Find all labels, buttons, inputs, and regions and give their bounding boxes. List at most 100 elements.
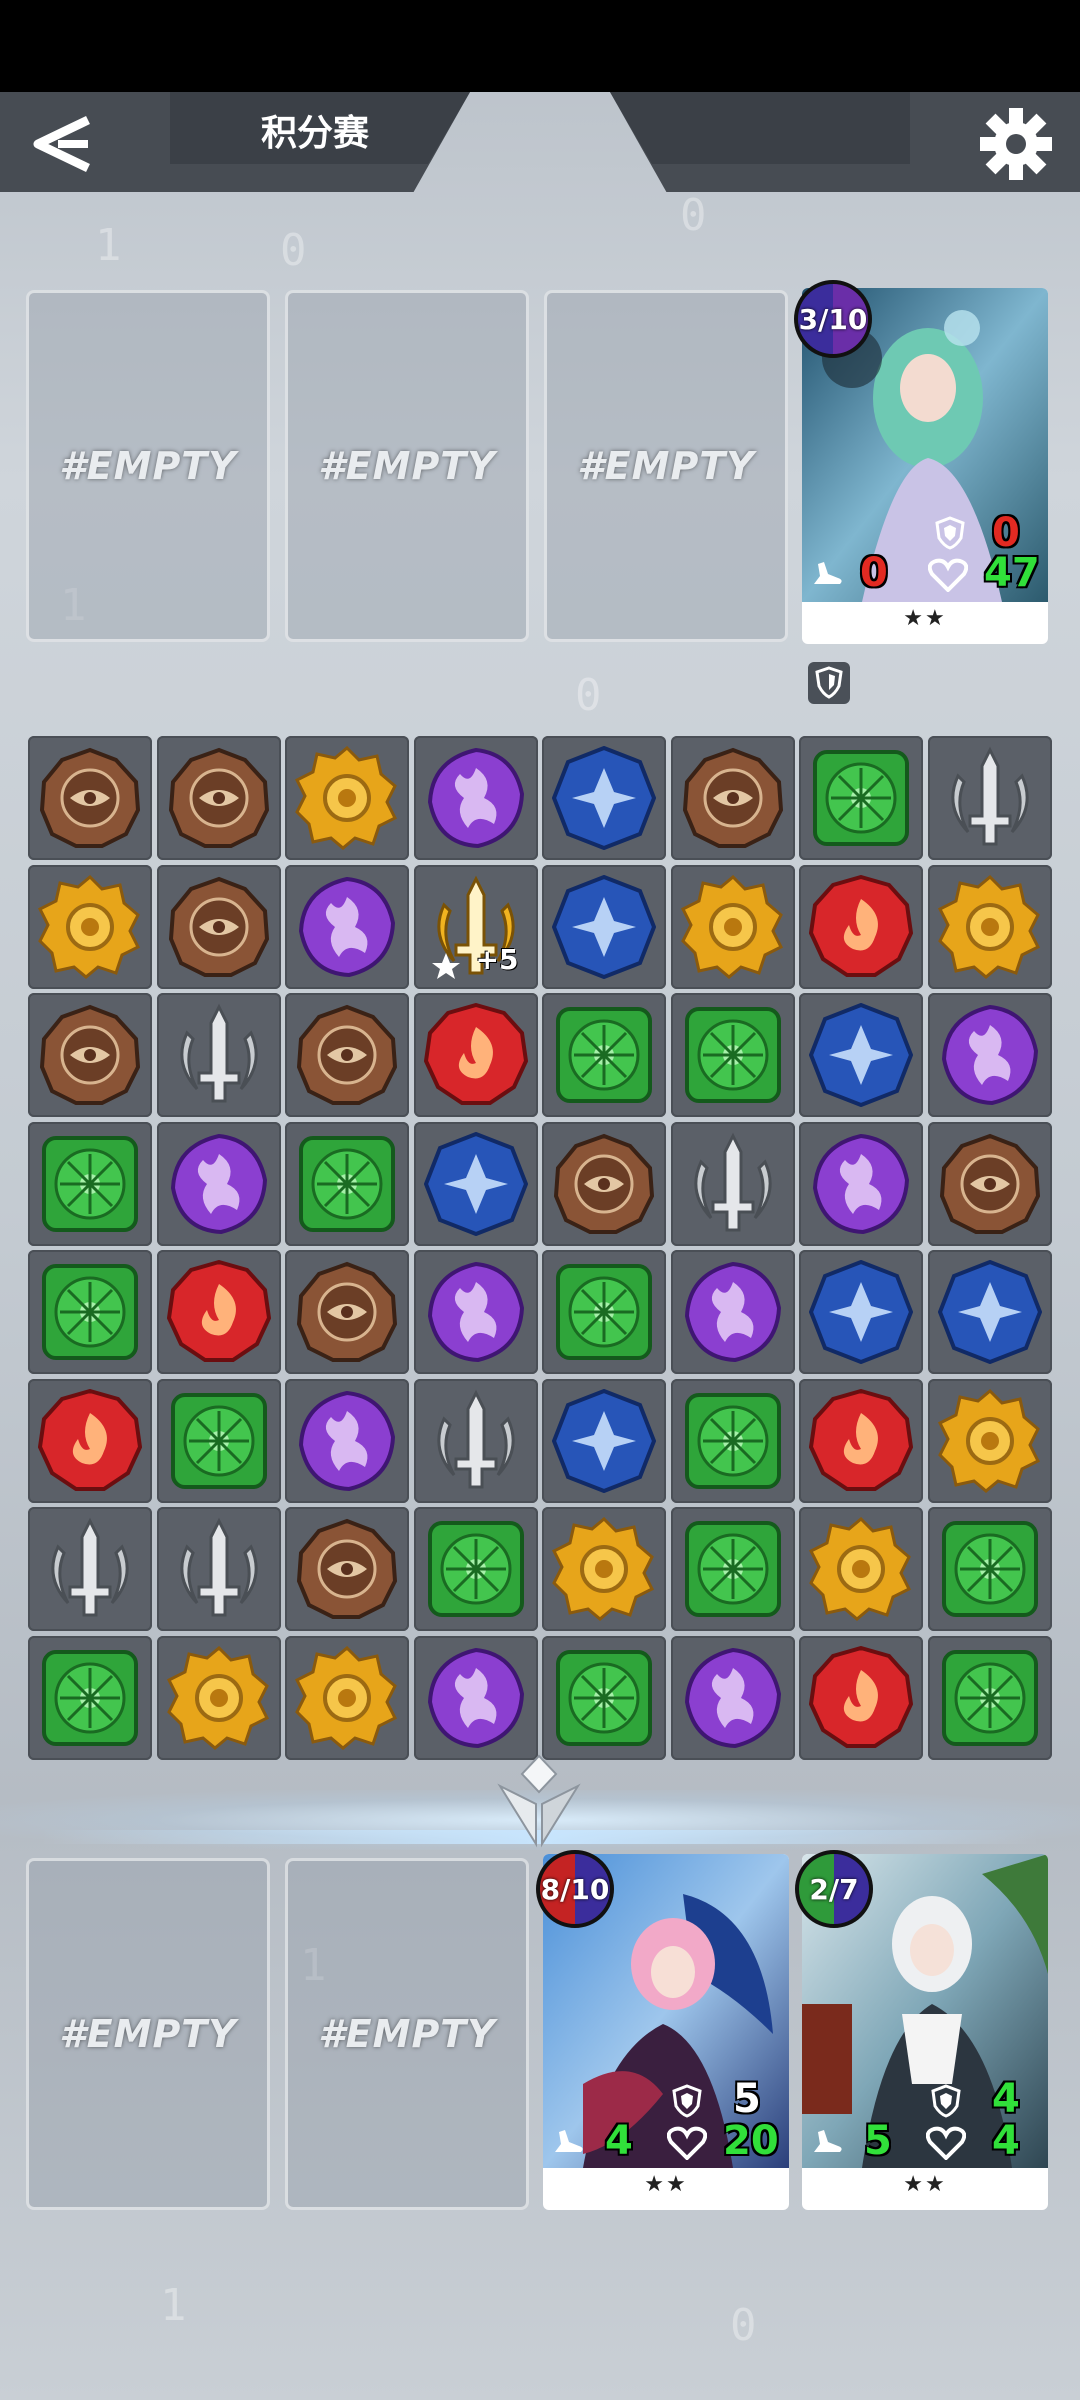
enemy-hp-value: 47 xyxy=(984,550,1040,596)
board-cell[interactable] xyxy=(799,1121,923,1246)
board-cell[interactable] xyxy=(927,736,1052,860)
board-cell[interactable] xyxy=(285,1250,409,1374)
board-cell[interactable] xyxy=(28,1507,152,1631)
board-cell[interactable] xyxy=(156,736,281,860)
green-gem-icon xyxy=(170,1392,267,1489)
silver-gem-icon xyxy=(179,1003,258,1103)
board-cell[interactable] xyxy=(670,1378,795,1503)
board-cell[interactable] xyxy=(927,1378,1052,1503)
green-gem-icon xyxy=(556,1264,652,1360)
board-cell[interactable] xyxy=(799,993,923,1117)
yellow-gem-icon xyxy=(937,1388,1040,1493)
board-cell[interactable] xyxy=(413,993,538,1117)
board-cell[interactable] xyxy=(799,736,923,860)
enemy-slot-2[interactable]: #EMPTY xyxy=(285,290,529,642)
board-cell[interactable] xyxy=(799,864,923,989)
board-cell[interactable] xyxy=(799,1507,923,1631)
settings-button[interactable] xyxy=(978,106,1054,182)
board-cell[interactable] xyxy=(156,864,281,989)
boot-icon xyxy=(814,2130,842,2152)
green-gem-icon xyxy=(556,1649,652,1746)
board-cell[interactable] xyxy=(670,1121,795,1246)
enemy-slot-3[interactable]: #EMPTY xyxy=(544,290,788,642)
purple-gem-icon xyxy=(684,1261,781,1363)
yellow-gem-icon xyxy=(295,746,398,850)
board-cell[interactable] xyxy=(156,1507,281,1631)
board-cell[interactable] xyxy=(413,1250,538,1374)
brown-gem-icon xyxy=(682,747,783,848)
board-cell[interactable] xyxy=(28,993,152,1117)
slot-label: #EMPTY xyxy=(59,444,237,488)
board-cell[interactable] xyxy=(285,736,409,860)
board-cell[interactable] xyxy=(799,1250,923,1374)
board-cell[interactable] xyxy=(542,1507,666,1631)
silver-gem-icon xyxy=(179,1517,258,1617)
board-cell[interactable] xyxy=(28,1378,152,1503)
board-cell[interactable] xyxy=(413,1121,538,1246)
board-cell[interactable] xyxy=(156,1250,281,1374)
board-cell[interactable] xyxy=(927,1121,1052,1246)
bg-digit: 1 xyxy=(95,220,122,271)
board-cell[interactable]: +5 xyxy=(413,864,538,989)
page-title: 积分赛 xyxy=(260,113,369,154)
player-slot-2[interactable]: #EMPTY xyxy=(285,1858,529,2210)
board-cell[interactable] xyxy=(927,993,1052,1117)
player-2-hp-value: 4 xyxy=(992,2118,1020,2164)
board-cell[interactable] xyxy=(799,1378,923,1503)
board-cell[interactable] xyxy=(542,864,666,989)
heart-icon xyxy=(926,2126,966,2160)
yellow-gem-icon xyxy=(680,874,783,979)
green-gem-icon xyxy=(42,1649,138,1746)
green-gem-icon xyxy=(941,1521,1038,1617)
back-button[interactable] xyxy=(28,112,98,176)
board-cell[interactable] xyxy=(285,1121,409,1246)
board-cell[interactable] xyxy=(670,1507,795,1631)
board-cell[interactable] xyxy=(927,864,1052,989)
board-cell[interactable] xyxy=(28,1635,152,1760)
board-cell[interactable] xyxy=(670,993,795,1117)
board-cell[interactable] xyxy=(670,736,795,860)
card-stars: ★★ xyxy=(903,2172,947,2197)
board-cell[interactable] xyxy=(285,1378,409,1503)
board-cell[interactable] xyxy=(156,1121,281,1246)
slot-label: #EMPTY xyxy=(318,444,496,488)
board-cell[interactable] xyxy=(799,1635,923,1760)
enemy-slot-1[interactable]: #EMPTY xyxy=(26,290,270,642)
board-cell[interactable] xyxy=(285,1635,409,1760)
board-cell[interactable] xyxy=(285,1507,409,1631)
board-cell[interactable] xyxy=(670,864,795,989)
bg-digit: 1 xyxy=(160,2280,187,2331)
board-cell[interactable] xyxy=(413,1507,538,1631)
shield-icon xyxy=(935,516,965,550)
gem-board: +5 xyxy=(28,736,1054,1762)
board-cell[interactable] xyxy=(413,1378,538,1503)
board-cell[interactable] xyxy=(156,1635,281,1760)
board-cell[interactable] xyxy=(542,1378,666,1503)
board-cell[interactable] xyxy=(413,736,538,860)
board-cell[interactable] xyxy=(28,1250,152,1374)
silver-gem-icon xyxy=(436,1389,515,1488)
boot-icon xyxy=(814,562,842,584)
board-cell[interactable] xyxy=(670,1635,795,1760)
board-cell[interactable] xyxy=(285,864,409,989)
board-cell[interactable] xyxy=(542,736,666,860)
board-cell[interactable] xyxy=(542,1635,666,1760)
board-cell[interactable] xyxy=(542,993,666,1117)
board-cell[interactable] xyxy=(542,1121,666,1246)
board-cell[interactable] xyxy=(156,993,281,1117)
player-slot-1[interactable]: #EMPTY xyxy=(26,1858,270,2210)
board-cell[interactable] xyxy=(28,1121,152,1246)
board-cell[interactable] xyxy=(413,1635,538,1760)
purple-gem-icon xyxy=(170,1133,267,1234)
brown-gem-icon xyxy=(168,876,269,977)
board-cell[interactable] xyxy=(285,993,409,1117)
board-cell[interactable] xyxy=(927,1250,1052,1374)
board-cell[interactable] xyxy=(927,1635,1052,1760)
board-cell[interactable] xyxy=(28,864,152,989)
card-stars: ★★ xyxy=(903,606,947,631)
board-cell[interactable] xyxy=(156,1378,281,1503)
board-cell[interactable] xyxy=(927,1507,1052,1631)
board-cell[interactable] xyxy=(670,1250,795,1374)
board-cell[interactable] xyxy=(542,1250,666,1374)
board-cell[interactable] xyxy=(28,736,152,860)
